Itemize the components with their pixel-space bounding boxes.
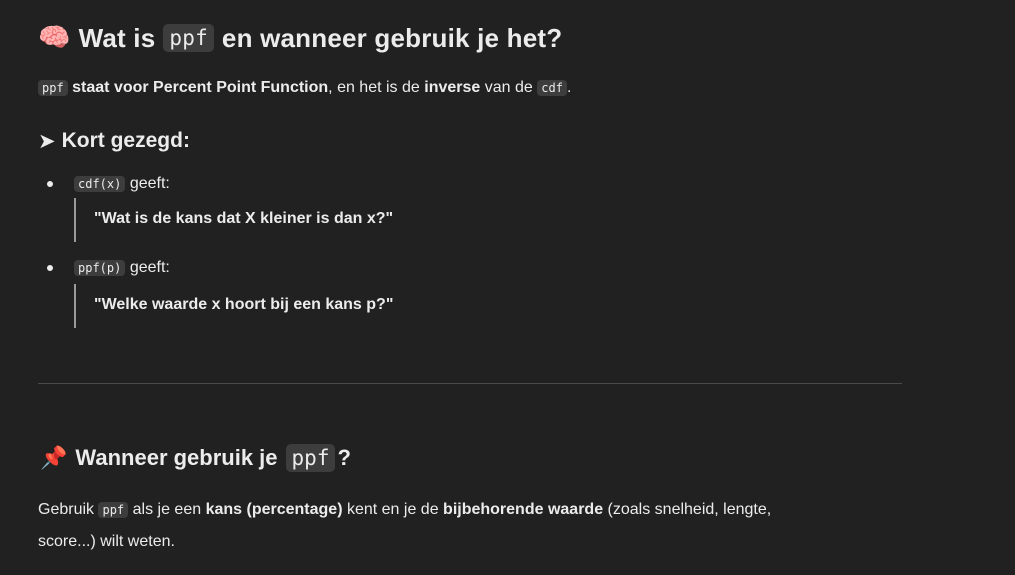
text: (zoals snelheid, lengte,	[607, 501, 772, 518]
bold-text: inverse	[424, 79, 481, 96]
bold-text: kans (percentage)	[205, 501, 343, 518]
text: kent en je de	[346, 501, 439, 518]
text: van de	[484, 79, 533, 96]
horizontal-rule	[38, 383, 902, 384]
paragraph-line: score...) wilt weten.	[38, 533, 175, 550]
usage-paragraph: Gebruik ppf als je een kans (percentage)…	[38, 494, 898, 558]
blockquote-bar	[74, 284, 76, 328]
bullet-dot	[47, 265, 53, 271]
inline-code: ppf	[163, 24, 214, 52]
inline-code: ppf	[38, 80, 68, 96]
blockquote-bar	[74, 198, 76, 242]
bold-text: staat voor Percent Point Function	[72, 79, 329, 96]
inline-code: cdf(x)	[74, 176, 126, 192]
text: , en het is de	[328, 79, 420, 96]
heading-text-post: ?	[337, 445, 351, 470]
heading-text-pre: Wat is	[78, 22, 156, 53]
blockquote-text: "Wat is de kans dat X kleiner is dan x?"	[94, 210, 394, 227]
chat-message: 🧠 Wat is ppf en wanneer gebruik je het? …	[0, 0, 1015, 575]
text: geeft:	[129, 175, 170, 192]
list-item: cdf(x) geeft:	[74, 168, 170, 200]
subheading: ➤ Kort gezegd:	[38, 126, 190, 156]
section-heading-when: 📌 Wanneer gebruik je ppf ?	[40, 440, 351, 476]
text: Gebruik	[38, 501, 95, 518]
inline-code: ppf	[285, 444, 336, 472]
text: geeft:	[129, 259, 170, 276]
heading-text-pre: Wanneer gebruik je	[75, 445, 278, 470]
list-item: ppf(p) geeft:	[74, 252, 170, 284]
text: .	[566, 79, 572, 96]
paragraph-line: Gebruik ppf als je een kans (percentage)…	[38, 494, 898, 526]
brain-icon: 🧠	[38, 23, 71, 53]
heading-text-post: en wanneer gebruik je het?	[221, 22, 563, 53]
text: als je een	[132, 501, 202, 518]
inline-code: cdf	[537, 80, 567, 96]
subheading-text: Kort gezegd:	[61, 129, 190, 152]
bold-text: bijbehorende waarde	[443, 501, 604, 518]
intro-paragraph: ppf staat voor Percent Point Function, e…	[38, 72, 571, 104]
section-heading-ppf: 🧠 Wat is ppf en wanneer gebruik je het?	[38, 20, 562, 56]
inline-code: ppf(p)	[74, 260, 126, 276]
inline-code: ppf	[98, 502, 129, 518]
blockquote-text: "Welke waarde x hoort bij een kans p?"	[94, 296, 394, 313]
arrow-icon: ➤	[38, 129, 56, 153]
bullet-dot	[47, 181, 53, 187]
pushpin-icon: 📌	[40, 445, 68, 471]
